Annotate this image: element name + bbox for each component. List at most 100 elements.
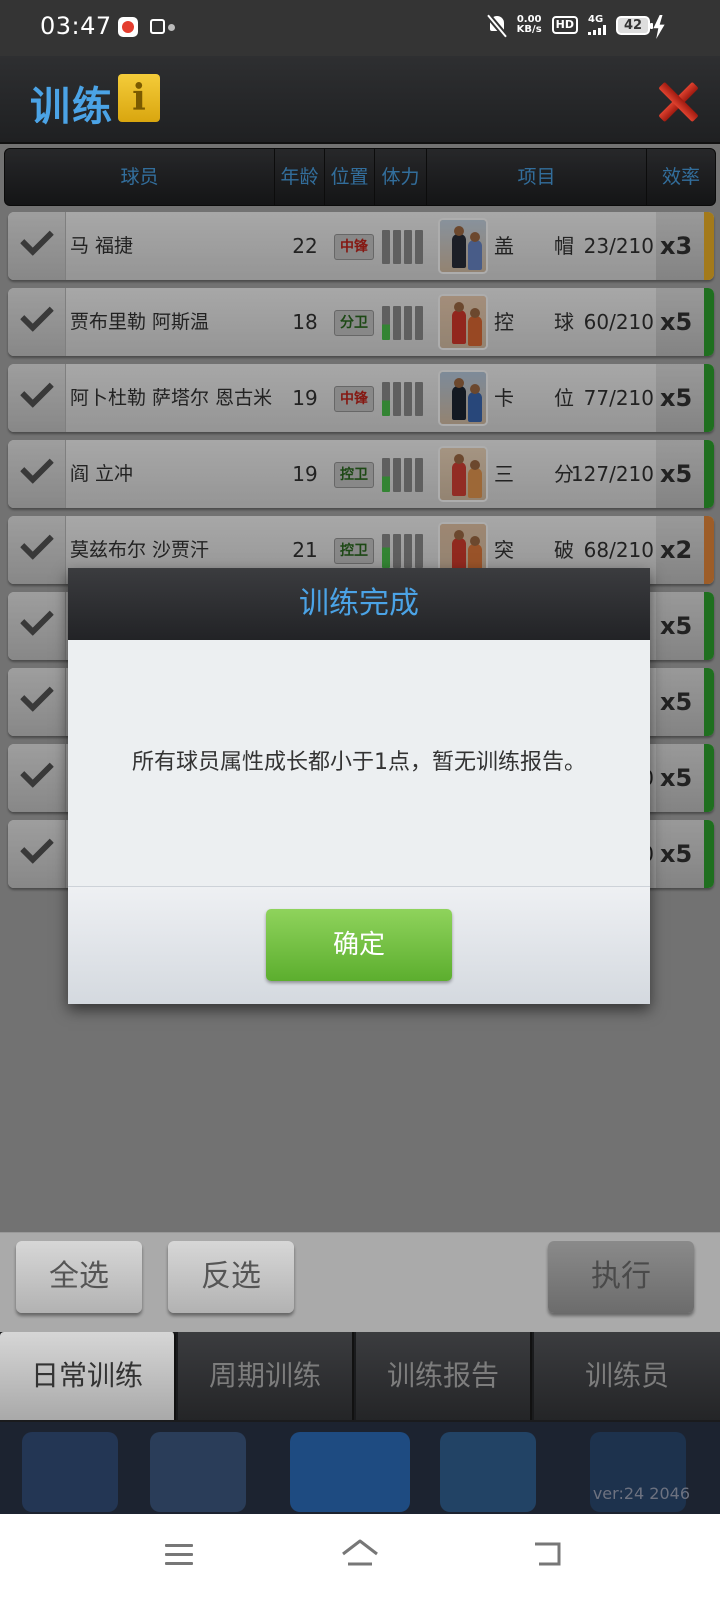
tab-trainers[interactable]: 训练员	[534, 1332, 720, 1420]
dialog-footer: 确定	[68, 886, 650, 1004]
execute-button[interactable]: 执行	[548, 1241, 694, 1313]
signal-icon: 4G	[588, 15, 606, 35]
more-notifications-dot-icon	[168, 24, 175, 31]
position-badge: 中锋	[334, 234, 374, 260]
tab-bar: 日常训练 周期训练 训练报告 训练员	[0, 1332, 720, 1422]
efficiency-value: x5	[660, 308, 693, 336]
project-progress: 60/210	[583, 310, 654, 334]
title-bar: 训练 i	[0, 56, 720, 144]
net-speed-unit: KB/s	[516, 24, 542, 35]
app-notification-icon	[118, 17, 138, 37]
row-checkbox[interactable]	[8, 820, 66, 888]
check-icon	[20, 754, 54, 788]
efficiency-cell: x5	[656, 288, 714, 356]
project-name-part2: 帽	[554, 234, 574, 258]
efficiency-cell: x3	[656, 212, 714, 280]
check-icon	[20, 526, 54, 560]
efficiency-value: x5	[660, 460, 693, 488]
efficiency-color-bar	[704, 364, 714, 432]
game-nav-strip: ver:24 2046	[0, 1422, 720, 1514]
row-checkbox[interactable]	[8, 744, 66, 812]
version-label: ver:24 2046	[592, 1484, 690, 1503]
efficiency-cell: x5	[656, 744, 714, 812]
hd-icon: HD	[551, 16, 578, 34]
tab-daily-training[interactable]: 日常训练	[0, 1332, 176, 1420]
efficiency-value: x5	[660, 840, 693, 868]
page-title: 训练	[30, 84, 114, 130]
stamina-meter	[382, 306, 423, 340]
player-name: 贾布里勒 阿斯温	[70, 311, 210, 333]
training-project-image	[438, 294, 488, 350]
player-age: 19	[292, 462, 318, 486]
stamina-meter	[382, 458, 423, 492]
position-badge: 控卫	[334, 538, 374, 564]
efficiency-cell: x5	[656, 440, 714, 508]
efficiency-cell: x5	[656, 820, 714, 888]
check-icon	[20, 678, 54, 712]
header-player: 球员	[5, 149, 275, 205]
efficiency-value: x5	[660, 384, 693, 412]
signal-type: 4G	[588, 14, 604, 25]
action-bar: 全选 反选 执行	[0, 1232, 720, 1332]
system-navigation-bar	[0, 1514, 720, 1600]
dialog-title: 训练完成	[68, 568, 650, 640]
check-icon	[20, 222, 54, 256]
player-name: 阎 立冲	[70, 463, 134, 485]
nav-training-icon[interactable]	[290, 1432, 410, 1512]
row-checkbox[interactable]	[8, 440, 66, 508]
row-checkbox[interactable]	[8, 288, 66, 356]
player-row[interactable]: 马 福捷 22 中锋 盖 帽 23/210 x3	[8, 212, 714, 280]
status-time: 03:47	[40, 12, 112, 40]
nav-money-icon[interactable]	[150, 1432, 246, 1512]
row-checkbox[interactable]	[8, 364, 66, 432]
project-name-part1: 盖	[494, 234, 514, 258]
check-icon	[20, 602, 54, 636]
row-checkbox[interactable]	[8, 592, 66, 660]
back-icon[interactable]	[533, 1540, 565, 1568]
efficiency-value: x5	[660, 612, 693, 640]
row-checkbox[interactable]	[8, 516, 66, 584]
player-name: 阿卜杜勒 萨塔尔 恩古米	[70, 387, 273, 409]
player-row[interactable]: 贾布里勒 阿斯温 18 分卫 控 球 60/210 x5	[8, 288, 714, 356]
project-name-part2: 位	[554, 386, 574, 410]
stamina-meter	[382, 382, 423, 416]
stamina-meter	[382, 230, 423, 264]
tab-training-report[interactable]: 训练报告	[356, 1332, 532, 1420]
efficiency-color-bar	[704, 212, 714, 280]
tab-cycle-training[interactable]: 周期训练	[178, 1332, 354, 1420]
training-project-image	[438, 370, 488, 426]
row-checkbox[interactable]	[8, 668, 66, 736]
row-checkbox[interactable]	[8, 212, 66, 280]
header-position: 位置	[325, 149, 375, 205]
player-name: 马 福捷	[70, 235, 134, 257]
app-notification-icon-2	[150, 19, 165, 34]
efficiency-value: x5	[660, 764, 693, 792]
header-age: 年龄	[275, 149, 325, 205]
select-all-button[interactable]: 全选	[16, 1241, 142, 1313]
efficiency-color-bar	[704, 744, 714, 812]
efficiency-value: x2	[660, 536, 693, 564]
efficiency-cell: x2	[656, 516, 714, 584]
recent-apps-icon[interactable]	[165, 1544, 193, 1566]
invert-selection-button[interactable]: 反选	[168, 1241, 294, 1313]
nav-team-icon[interactable]	[440, 1432, 536, 1512]
info-icon[interactable]: i	[118, 74, 160, 122]
nav-bank-icon[interactable]	[22, 1432, 118, 1512]
home-icon[interactable]	[340, 1538, 380, 1570]
project-progress: 77/210	[583, 386, 654, 410]
efficiency-color-bar	[704, 668, 714, 736]
header-efficiency: 效率	[661, 166, 700, 188]
close-icon[interactable]	[656, 80, 700, 124]
training-project-image	[438, 446, 488, 502]
player-row[interactable]: 阎 立冲 19 控卫三分 127/210 x5	[8, 440, 714, 508]
efficiency-color-bar	[704, 440, 714, 508]
project-progress: 23/210	[583, 234, 654, 258]
dialog-message: 所有球员属性成长都小于1点，暂无训练报告。	[132, 750, 586, 775]
player-row[interactable]: 阿卜杜勒 萨塔尔 恩古米 19 中锋 卡 位 77/210 x5	[8, 364, 714, 432]
player-age: 18	[292, 310, 318, 334]
confirm-button[interactable]: 确定	[266, 909, 452, 981]
position-badge: 中锋	[334, 386, 374, 412]
player-age: 19	[292, 386, 318, 410]
header-stamina: 体力	[375, 149, 427, 205]
efficiency-cell: x5	[656, 364, 714, 432]
